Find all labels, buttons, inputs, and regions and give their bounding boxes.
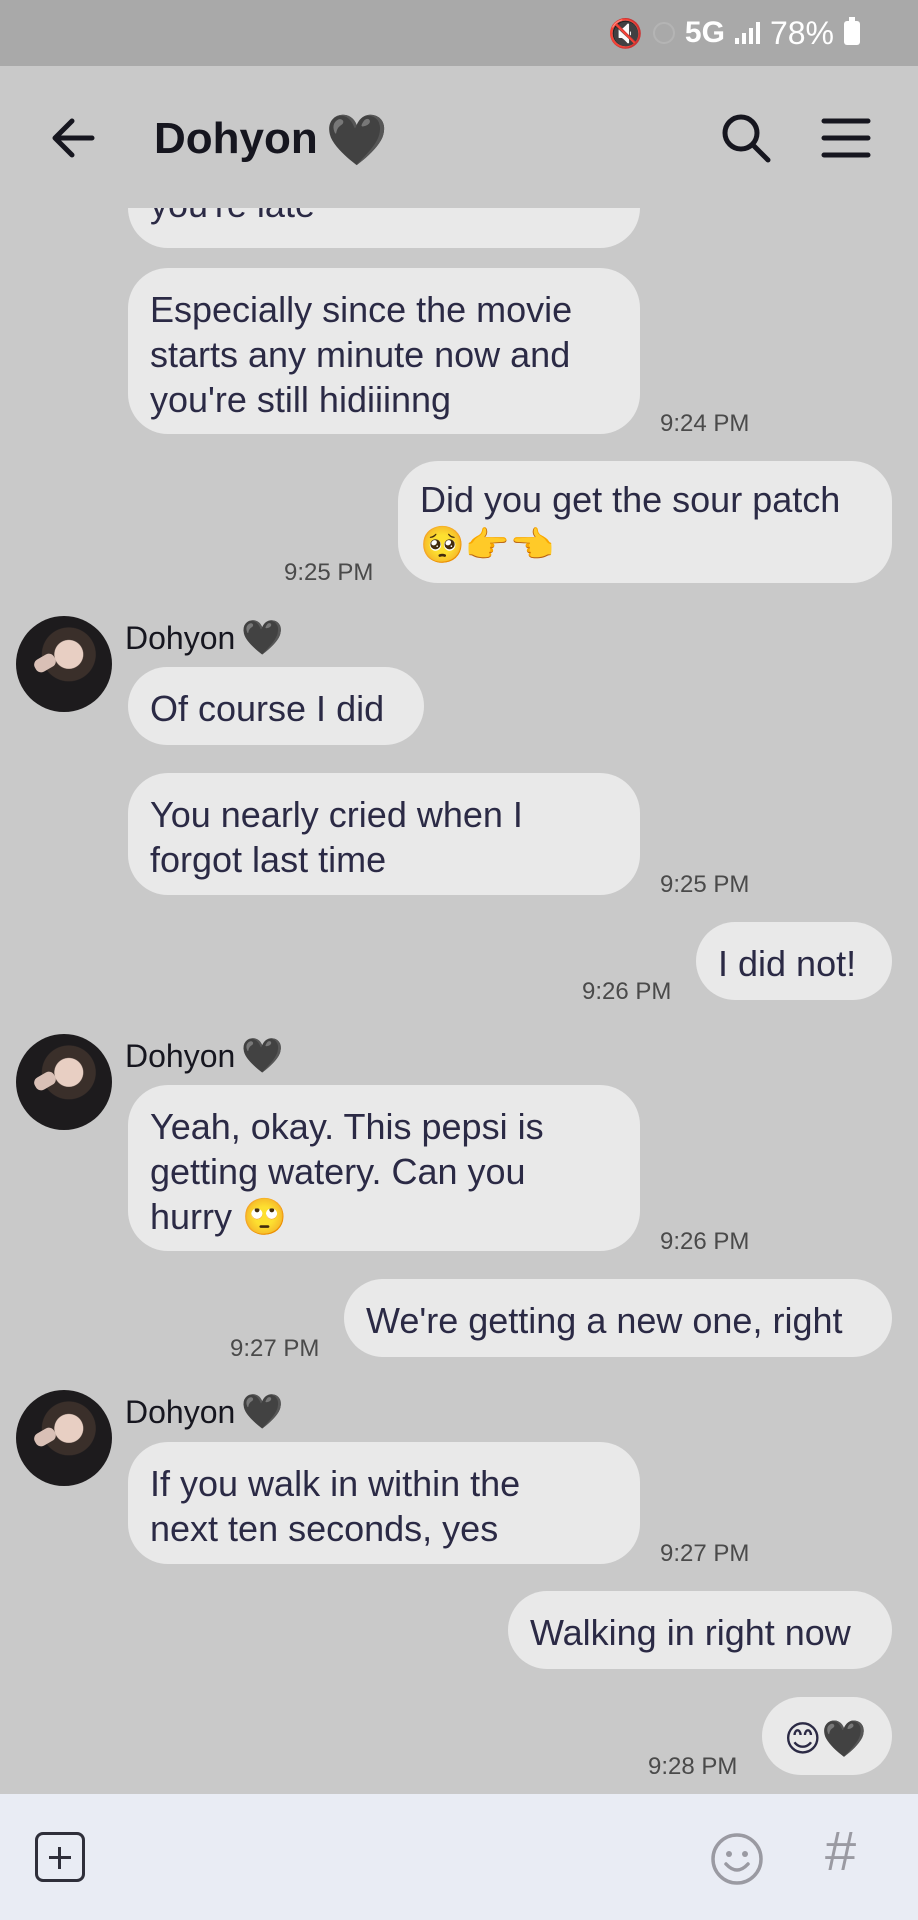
hashtag-button[interactable]: # [825, 1818, 856, 1883]
menu-icon [821, 118, 871, 158]
message-time: 9:25 PM [660, 871, 750, 898]
message-time: 9:27 PM [230, 1335, 320, 1362]
message-time: 9:27 PM [660, 1540, 750, 1567]
menu-button[interactable] [820, 116, 872, 160]
chat-header: Dohyon 🖤 [0, 66, 918, 208]
message-bubble[interactable]: Of course I did [128, 667, 424, 745]
avatar[interactable] [16, 1390, 112, 1486]
message-time: 9:24 PM [660, 410, 750, 437]
message-time: 9:28 PM [648, 1753, 738, 1780]
back-button[interactable] [46, 110, 102, 166]
network-type: 5G [684, 16, 725, 49]
message-list[interactable]: you're late Especially since the movie s… [0, 208, 918, 1794]
message-bubble[interactable]: Especially since the movie starts any mi… [128, 268, 640, 434]
message-bubble[interactable]: Yeah, okay. This pepsi is getting watery… [128, 1085, 640, 1251]
message-time: 9:26 PM [660, 1228, 750, 1255]
message-bubble[interactable]: If you walk in within the next ten secon… [128, 1442, 640, 1564]
sender-name: Dohyon 🖤 [125, 1393, 284, 1431]
chat-title-text: Dohyon [154, 114, 318, 163]
black-heart-icon: 🖤 [325, 112, 389, 168]
black-heart-icon: 🖤 [241, 1037, 284, 1075]
compose-bar: # [0, 1794, 918, 1920]
chat-title: Dohyon 🖤 [154, 114, 388, 165]
battery-icon [844, 17, 860, 45]
location-icon [652, 22, 675, 44]
black-heart-icon: 🖤 [241, 1393, 284, 1431]
message-bubble[interactable]: Walking in right now [508, 1591, 892, 1669]
message-bubble[interactable]: You nearly cried when I forgot last time [128, 773, 640, 895]
add-button[interactable] [35, 1832, 85, 1882]
message-bubble[interactable]: We're getting a new one, right [344, 1279, 892, 1357]
message-bubble[interactable]: I did not! [696, 922, 892, 1000]
signal-icon [734, 22, 760, 44]
mute-icon: 🔇 [608, 17, 643, 49]
search-button[interactable] [718, 110, 774, 166]
status-bar: 🔇 5G 78% [0, 0, 918, 66]
search-icon [722, 114, 771, 163]
sender-name: Dohyon 🖤 [125, 619, 284, 657]
avatar[interactable] [16, 1034, 112, 1130]
message-time: 9:25 PM [284, 559, 374, 586]
emoji-icon [711, 1833, 763, 1885]
black-heart-icon: 🖤 [241, 619, 284, 657]
message-bubble[interactable]: 😊🖤 [762, 1697, 892, 1775]
message-time: 9:26 PM [582, 978, 672, 1005]
back-arrow-icon [52, 118, 95, 158]
emoji-button[interactable] [710, 1832, 764, 1886]
message-bubble[interactable]: Did you get the sour patch 🥺👉👈 [398, 461, 892, 583]
message-bubble[interactable]: you're late [128, 208, 640, 248]
battery-percent: 78% [769, 14, 834, 51]
avatar[interactable] [16, 616, 112, 712]
sender-name: Dohyon 🖤 [125, 1037, 284, 1075]
